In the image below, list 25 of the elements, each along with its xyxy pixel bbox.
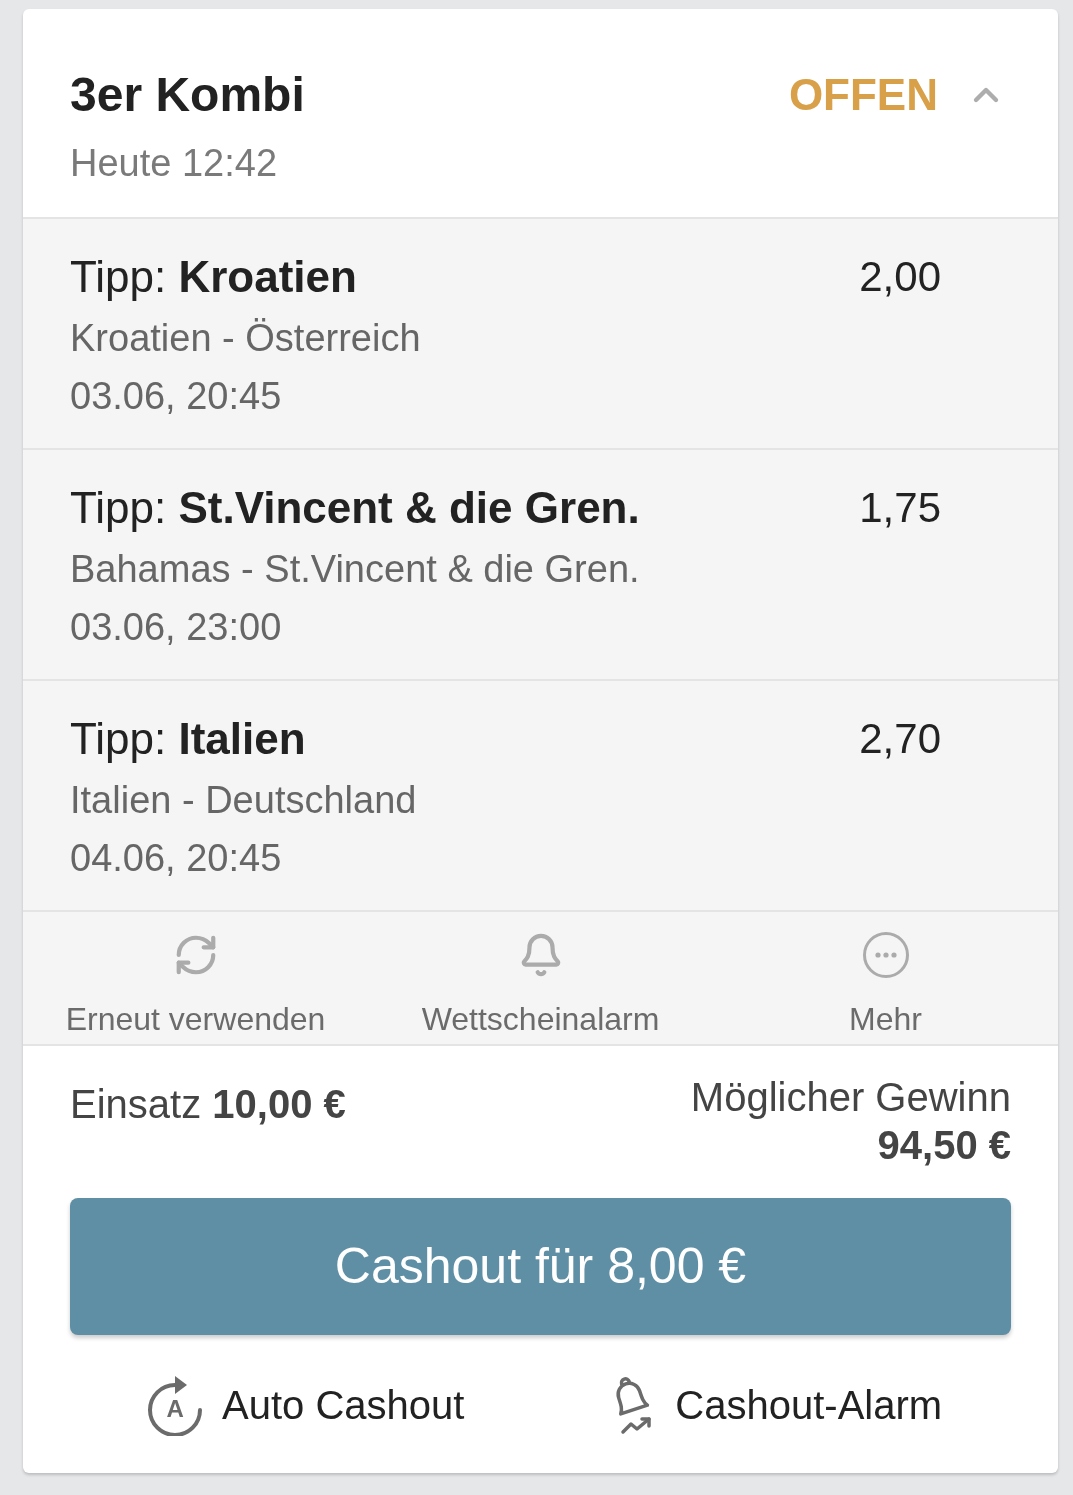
odds-value: 1,75 (859, 483, 941, 533)
action-button[interactable]: Wettscheinalarm (368, 912, 713, 1044)
odds-value: 2,00 (859, 252, 941, 302)
match-text: Italien - Deutschland (70, 778, 417, 823)
tip-text: Tipp: St.Vincent & die Gren. (70, 482, 640, 534)
cashout-option-button[interactable]: Cashout-Alarm (609, 1374, 943, 1436)
kickoff-time: 03.06, 23:00 (70, 605, 282, 650)
match-text: Kroatien - Österreich (70, 316, 421, 361)
kickoff-time: 03.06, 20:45 (70, 374, 282, 419)
cashout-option-button[interactable]: A Auto Cashout (146, 1374, 465, 1436)
status-label: OFFEN (788, 69, 938, 121)
match-text: Bahamas - St.Vincent & die Gren. (70, 547, 640, 592)
tip-text: Tipp: Italien (70, 713, 306, 765)
action-button[interactable]: Mehr (713, 912, 1058, 1044)
action-button[interactable]: Erneut verwenden (23, 912, 368, 1044)
potential-win-label: Möglicher Gewinn (690, 1074, 1011, 1121)
stake-text: Einsatz 10,00 € (70, 1081, 346, 1128)
kickoff-time: 04.06, 20:45 (70, 836, 282, 881)
bet-time: Heute 12:42 (70, 141, 278, 186)
cashout-button[interactable]: Cashout für 8,00 € (70, 1198, 1011, 1335)
odds-value: 2,70 (859, 714, 941, 764)
bet-title: 3er Kombi (70, 67, 305, 123)
more-icon (862, 932, 909, 978)
potential-win-value: 94,50 € (877, 1122, 1011, 1168)
tip-text: Tipp: Kroatien (70, 251, 357, 303)
